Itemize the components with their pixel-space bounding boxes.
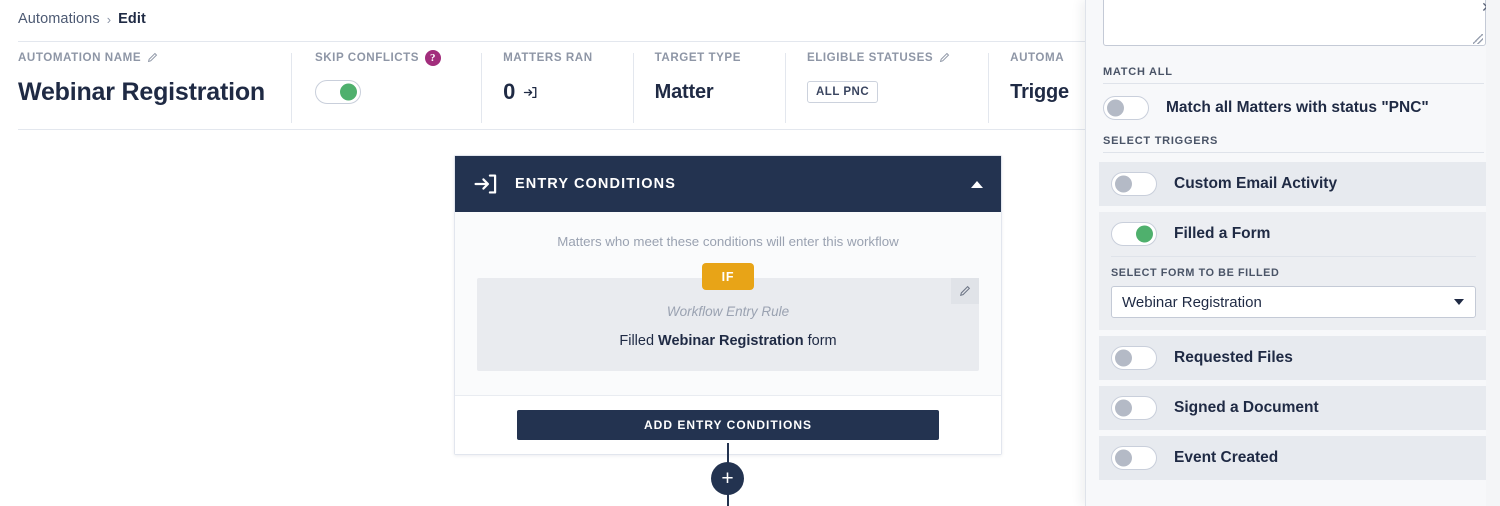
stat-automation-name: AUTOMATION NAME Webinar Registration [0,49,291,127]
stat-skip-conflicts-body [314,76,441,108]
pencil-icon[interactable] [147,52,158,63]
stat-target-type-body: Matter [655,76,741,108]
match-all-toggle[interactable] [1103,96,1149,120]
select-form-value: Webinar Registration [1122,293,1262,311]
stat-skip-conflicts: SKIP CONFLICTS ? [290,49,481,127]
enter-icon [473,171,499,197]
stat-eligible-statuses: ELIGIBLE STATUSES ALL PNC [785,49,988,127]
trigger-row[interactable]: Filled a Form [1099,212,1488,256]
match-all-label: Match all Matters with status "PNC" [1166,99,1429,116]
main-content: Automations › Edit AUTOMATION NAME Webin… [0,0,1100,506]
toggle-knob [1136,225,1153,243]
select-form-label: SELECT FORM TO BE FILLED [1111,267,1280,279]
trigger-settings-panel: ✕ MATCH ALL Match all Matters with statu… [1085,0,1500,506]
trigger-toggle-signed-a-document[interactable] [1111,396,1157,420]
header-divider-top [18,41,1100,42]
toggle-knob [1115,175,1132,193]
toggle-knob [1115,349,1132,367]
stat-matters-ran-body: 0 [503,76,593,108]
chevron-up-icon[interactable] [971,180,983,188]
trigger-row[interactable]: Signed a Document [1099,386,1488,430]
stat-label-text: SKIP CONFLICTS [314,51,420,64]
trigger-row[interactable]: Requested Files [1099,336,1488,380]
entry-conditions-card: ENTRY CONDITIONS Matters who meet these … [454,155,1002,455]
page-title: Webinar Registration [18,77,265,106]
stat-label-text: MATTERS RAN [503,51,593,64]
entry-conditions-title: ENTRY CONDITIONS [515,176,676,192]
rule-text-bold: Webinar Registration [658,333,804,349]
panel-sections: MATCH ALL Match all Matters with status … [1086,66,1500,486]
block-divider [1111,256,1476,257]
breadcrumb: Automations › Edit [18,11,146,27]
if-pill: IF [702,263,754,290]
toggle-knob [1115,449,1132,467]
entry-conditions-header[interactable]: ENTRY CONDITIONS [455,156,1001,212]
trigger-label: Event Created [1174,449,1279,466]
stat-automation-name-body: Webinar Registration [18,76,265,108]
match-all-row: Match all Matters with status "PNC" [1086,84,1500,120]
automation-trigger-value: Trigge [1010,80,1069,103]
stat-label-text: TARGET TYPE [654,51,741,64]
matters-ran-value: 0 [503,79,516,104]
pencil-icon[interactable] [951,278,979,304]
help-icon[interactable]: ? [425,49,442,66]
rule-text-prefix: Filled [619,333,659,349]
stat-skip-conflicts-label: SKIP CONFLICTS ? [314,49,442,66]
breadcrumb-separator-icon: › [106,11,112,27]
stat-label-text: ELIGIBLE STATUSES [807,51,934,64]
workflow-entry-rule[interactable]: Workflow Entry Rule Filled Webinar Regis… [477,278,979,371]
trigger-label: Custom Email Activity [1174,175,1338,192]
target-type-value: Matter [654,80,714,103]
trigger-toggle-custom-email-activity[interactable] [1111,172,1157,196]
entry-conditions-note: Matters who meet these conditions will e… [557,234,899,249]
add-step-button[interactable]: + [711,462,744,495]
toggle-knob [339,83,357,101]
stat-label-text: AUTOMA [1010,51,1065,64]
status-badge[interactable]: ALL PNC [807,81,879,103]
workflow-entry-rule-text: Filled Webinar Registration form [495,333,961,349]
workflow-entry-rule-kind: Workflow Entry Rule [666,304,790,319]
toggle-knob [1107,99,1124,117]
trigger-toggle-event-created[interactable] [1111,446,1157,470]
stat-target-type: TARGET TYPE Matter [632,49,785,127]
trigger-label: Requested Files [1174,349,1293,366]
match-all-section-label: MATCH ALL [1103,66,1173,78]
trigger-toggle-filled-a-form[interactable] [1111,222,1157,246]
rule-text-suffix: form [803,333,837,349]
stat-target-type-label: TARGET TYPE [655,49,741,66]
entry-conditions-body: Matters who meet these conditions will e… [455,212,1001,395]
resize-handle[interactable] [1473,34,1483,44]
trigger-label: Filled a Form [1174,225,1271,242]
app-root: Automations › Edit AUTOMATION NAME Webin… [0,0,1500,506]
stat-automation-name-label: AUTOMATION NAME [18,49,265,66]
select-form-block: SELECT FORM TO BE FILLED Webinar Registr… [1099,256,1488,330]
skip-conflicts-toggle[interactable] [314,80,361,104]
stat-eligible-statuses-body: ALL PNC [807,76,950,108]
stat-matters-ran-label: MATTERS RAN [503,49,593,66]
description-textarea[interactable] [1103,0,1486,46]
stat-automation-trigger-body: Trigge [1010,76,1069,108]
pencil-icon[interactable] [939,52,950,63]
trigger-label: Signed a Document [1174,399,1319,416]
panel-scrollbar[interactable] [1486,0,1500,506]
stat-matters-ran: MATTERS RAN 0 [481,49,633,127]
stat-automation-trigger: AUTOMA Trigge [988,49,1091,127]
stat-automation-trigger-label: AUTOMA [1010,49,1069,66]
stat-label-text: AUTOMATION NAME [18,51,142,64]
select-triggers-section-label: SELECT TRIGGERS [1103,135,1219,147]
trigger-row[interactable]: Custom Email Activity [1099,162,1488,206]
toggle-knob [1115,399,1132,417]
breadcrumb-current: Edit [118,11,146,27]
header-divider-bottom [18,129,1100,130]
breadcrumb-parent[interactable]: Automations [18,11,100,27]
trigger-toggle-requested-files[interactable] [1111,346,1157,370]
select-form-dropdown[interactable]: Webinar Registration [1111,286,1476,318]
trigger-row[interactable]: Event Created [1099,436,1488,480]
automation-stats-bar: AUTOMATION NAME Webinar Registration SKI… [0,49,1091,127]
stat-eligible-statuses-label: ELIGIBLE STATUSES [807,49,950,66]
enter-icon[interactable] [523,85,538,100]
chevron-down-icon[interactable] [1454,299,1464,305]
add-entry-conditions-button[interactable]: ADD ENTRY CONDITIONS [517,410,939,440]
